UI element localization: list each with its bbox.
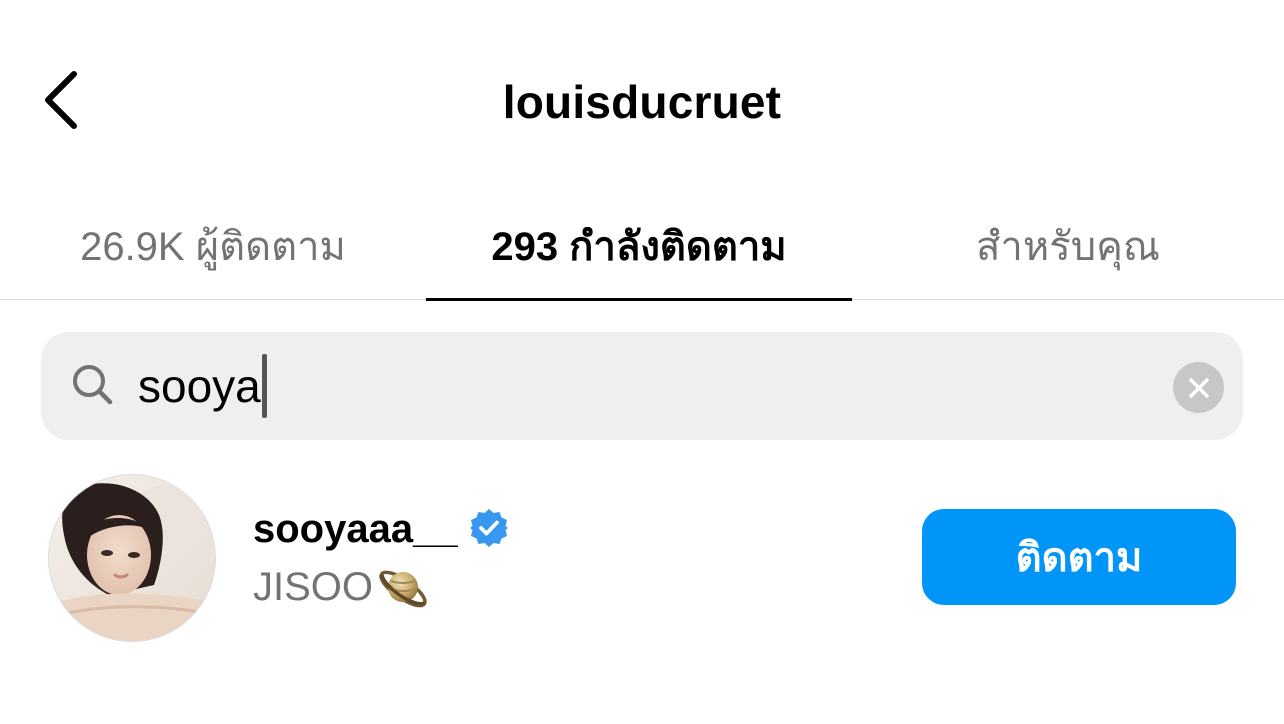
following-list-screen: louisducruet 26.9K ผู้ติดตาม 293 กำลังติ… (0, 0, 1284, 724)
page-title: louisducruet (502, 76, 782, 128)
tab-bar: 26.9K ผู้ติดตาม 293 กำลังติดตาม สำหรับคุ… (0, 195, 1284, 301)
active-tab-indicator (426, 298, 852, 301)
tab-following[interactable]: 293 กำลังติดตาม (426, 195, 852, 297)
search-input[interactable] (138, 355, 1138, 417)
top-bar: louisducruet (0, 0, 1284, 200)
text-cursor (261, 354, 267, 418)
close-icon (1188, 377, 1209, 398)
search-icon (73, 365, 113, 405)
clear-search-button[interactable] (1173, 362, 1224, 413)
result-fullname: JISOO (253, 565, 374, 609)
result-fullname-row: JISOO (253, 562, 431, 612)
profile-photo (49, 475, 215, 641)
tab-for-you[interactable]: สำหรับคุณ (852, 195, 1284, 297)
ringed-planet-icon (379, 570, 427, 608)
verified-badge-icon (469, 509, 508, 547)
result-username[interactable]: sooyaaa__ (253, 504, 458, 554)
follow-button[interactable]: ติดตาม (922, 509, 1236, 605)
avatar[interactable] (48, 474, 216, 642)
tab-followers[interactable]: 26.9K ผู้ติดตาม (0, 195, 426, 297)
